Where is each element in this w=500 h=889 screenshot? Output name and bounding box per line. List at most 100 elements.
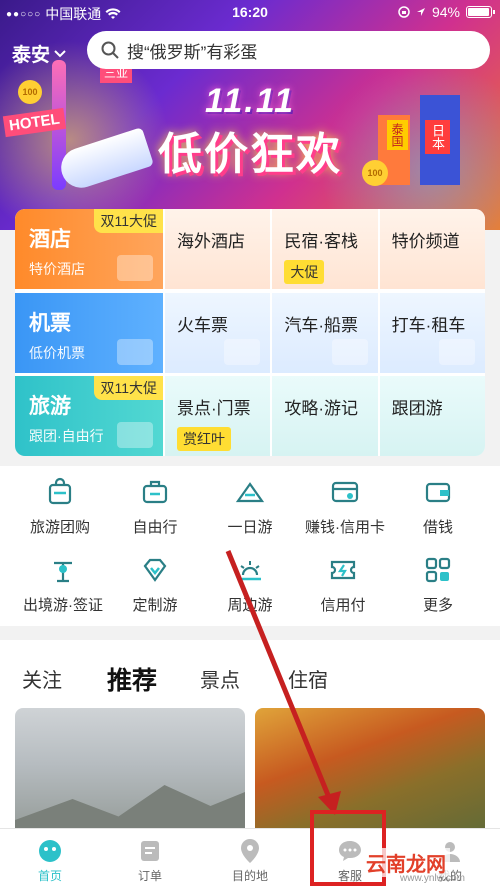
- quick-item-borrow[interactable]: 借钱: [388, 474, 488, 537]
- ticket-icon: [330, 560, 356, 580]
- sub-label: 汽车·船票: [284, 316, 358, 335]
- quick-label: 定制游: [132, 597, 178, 614]
- quick-item-day-trip[interactable]: 一日游: [200, 474, 300, 537]
- special-deals-link[interactable]: 特价频道: [377, 209, 485, 289]
- quick-item-credit-card[interactable]: 赚钱·信用卡: [295, 474, 395, 537]
- airplane-icon: [117, 339, 153, 365]
- watermark-url: www.ynlw.com: [400, 873, 466, 884]
- service-grid: 酒店 特价酒店 双11大促 海外酒店 民宿·客栈大促 特价频道 机票 低价机票 …: [15, 209, 485, 456]
- sub-label: 海外酒店: [177, 232, 245, 251]
- sub-label: 跟团游: [391, 399, 443, 418]
- sub-label: 攻略·游记: [284, 399, 358, 418]
- tab-follow[interactable]: 关注: [22, 664, 62, 693]
- nav-destinations[interactable]: 目的地: [200, 829, 300, 889]
- quick-item-more[interactable]: 更多: [388, 552, 488, 615]
- landmark-icon: [117, 422, 153, 448]
- chat-icon: [339, 841, 361, 861]
- quick-label: 周边游: [227, 597, 273, 614]
- tab-attractions[interactable]: 景点: [200, 664, 240, 693]
- quick-label: 信用付: [320, 597, 366, 614]
- grid-row-travel: 旅游 跟团·自由行 双11大促 景点·门票赏红叶 攻略·游记 跟团游: [15, 376, 485, 456]
- diamond-icon: [143, 558, 167, 582]
- hotel-tile[interactable]: 酒店 特价酒店 双11大促: [15, 209, 163, 289]
- train-ticket-link[interactable]: 火车票: [163, 293, 271, 373]
- grid-row-hotel: 酒店 特价酒店 双11大促 海外酒店 民宿·客栈大促 特价频道: [15, 209, 485, 289]
- flight-title: 机票: [29, 312, 71, 335]
- feed-card-autumn[interactable]: [255, 708, 485, 848]
- car-icon: [438, 339, 475, 365]
- sub-label: 火车票: [177, 316, 228, 335]
- group-tour-link[interactable]: 跟团游: [377, 376, 485, 456]
- mountain-icon: [235, 482, 265, 503]
- quick-item-custom-tour[interactable]: 定制游: [105, 552, 205, 615]
- promo-date: 11.11: [204, 82, 296, 120]
- promo-badge: 双11大促: [94, 209, 163, 233]
- attraction-ticket-link[interactable]: 景点·门票赏红叶: [163, 376, 271, 456]
- japan-sign: 日本: [425, 120, 450, 154]
- coin-icon: 100: [18, 80, 42, 104]
- battery-percent: 94%: [431, 4, 460, 20]
- taxi-rental-link[interactable]: 打车·租车: [377, 293, 485, 373]
- tab-recommend[interactable]: 推荐: [104, 661, 160, 697]
- quick-label: 赚钱·信用卡: [305, 519, 385, 536]
- quick-label: 借钱: [422, 519, 453, 536]
- bag-icon: [48, 477, 72, 505]
- nav-home[interactable]: 首页: [0, 829, 100, 889]
- quick-label: 一日游: [227, 519, 273, 536]
- promo-title: 低价狂欢: [158, 130, 342, 179]
- bus-icon: [331, 339, 368, 365]
- city-selector[interactable]: 泰安: [12, 40, 66, 67]
- location-icon: [241, 839, 259, 863]
- quick-item-visa[interactable]: 出境游·签证: [13, 552, 113, 615]
- flight-tile[interactable]: 机票 低价机票: [15, 293, 163, 373]
- order-icon: [141, 841, 159, 861]
- grid-row-flight: 机票 低价机票 火车票 汽车·船票 打车·租车: [15, 293, 485, 373]
- tab-lodging[interactable]: 住宿: [288, 664, 328, 693]
- thailand-sign: 泰国: [387, 120, 408, 150]
- quick-label: 自由行: [132, 519, 178, 536]
- quick-item-nearby[interactable]: 周边游: [200, 552, 300, 615]
- overseas-hotel-link[interactable]: 海外酒店: [163, 209, 271, 289]
- promo-tag: 大促: [284, 260, 325, 284]
- battery-icon: [466, 6, 495, 18]
- globe-icon: [54, 561, 72, 583]
- status-bar: ●●○○○ 中国联通 16:20 94%: [0, 0, 500, 26]
- wallet-icon: [425, 482, 451, 503]
- guide-link[interactable]: 攻略·游记: [270, 376, 378, 456]
- quick-label: 更多: [422, 597, 453, 614]
- grid-icon: [425, 557, 451, 583]
- nav-label: 首页: [37, 869, 62, 883]
- lock-rotation-icon: [398, 6, 410, 18]
- homestay-link[interactable]: 民宿·客栈大促: [270, 209, 378, 289]
- travel-tile[interactable]: 旅游 跟团·自由行 双11大促: [15, 376, 163, 456]
- quick-label: 旅游团购: [29, 519, 90, 536]
- train-icon: [224, 339, 261, 365]
- sub-label: 特价频道: [391, 232, 460, 251]
- nav-orders[interactable]: 订单: [100, 829, 200, 889]
- search-icon: [101, 41, 119, 59]
- promo-tag: 赏红叶: [177, 427, 231, 451]
- card-icon: [331, 481, 359, 503]
- quick-item-credit-pay[interactable]: 信用付: [293, 552, 393, 615]
- quick-item-free-travel[interactable]: 自由行: [105, 474, 205, 537]
- quick-label: 出境游·签证: [23, 597, 103, 614]
- quick-icon-grid: 旅游团购 自由行 一日游 赚钱·信用卡 借钱 出境游·签证 定制游 周边游 信用…: [0, 466, 500, 626]
- building-icon: [117, 255, 153, 281]
- feed-card-mountain[interactable]: [15, 708, 245, 848]
- promo-badge: 双11大促: [94, 376, 163, 400]
- search-input[interactable]: 搜“俄罗斯”有彩蛋: [87, 31, 490, 69]
- quick-item-group-buy[interactable]: 旅游团购: [10, 474, 110, 537]
- search-placeholder: 搜“俄罗斯”有彩蛋: [127, 42, 258, 62]
- nav-label: 订单: [137, 869, 162, 883]
- sub-label: 民宿·客栈: [284, 232, 358, 251]
- location-arrow-icon: [416, 8, 425, 16]
- nav-label: 目的地: [231, 869, 268, 883]
- city-label: 泰安: [12, 45, 51, 66]
- chevron-down-icon: [54, 49, 66, 57]
- sub-label: 打车·租车: [391, 316, 466, 335]
- sunrise-icon: [239, 561, 261, 581]
- sub-label: 景点·门票: [177, 399, 251, 418]
- suitcase-icon: [142, 480, 168, 504]
- home-icon: [39, 840, 61, 862]
- bus-ship-link[interactable]: 汽车·船票: [270, 293, 378, 373]
